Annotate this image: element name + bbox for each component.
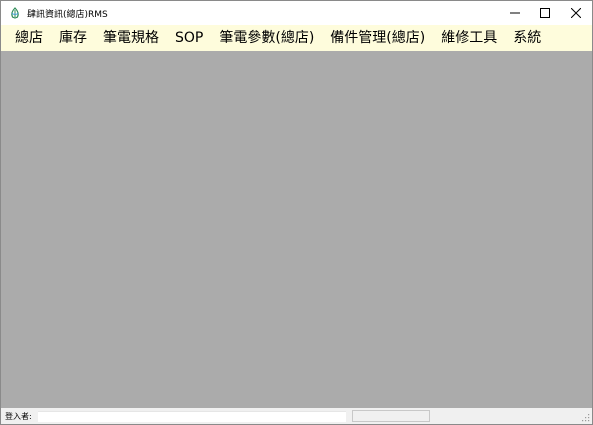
menu-item-sop[interactable]: SOP — [167, 26, 211, 50]
menu-item-parts-management[interactable]: 備件管理(總店) — [322, 26, 433, 50]
menu-item-inventory[interactable]: 庫存 — [51, 26, 95, 50]
mdi-client-area[interactable] — [1, 51, 592, 408]
resize-grip-icon[interactable] — [580, 412, 590, 422]
menu-item-repair-tools[interactable]: 維修工具 — [433, 26, 505, 50]
close-button[interactable] — [560, 1, 592, 25]
window-title: 肆訊資訊(總店)RMS — [27, 9, 108, 20]
app-window: 肆訊資訊(總店)RMS 總店 庫存 筆電規格 SOP 筆電參數(總店) 備件管理… — [0, 0, 593, 425]
status-bar: 登入者: — [1, 408, 592, 424]
app-logo-icon — [9, 7, 21, 19]
menu-item-head-office[interactable]: 總店 — [7, 26, 51, 50]
close-icon — [571, 8, 581, 18]
menu-bar: 總店 庫存 筆電規格 SOP 筆電參數(總店) 備件管理(總店) 維修工具 系統 — [1, 25, 592, 51]
maximize-button[interactable] — [530, 1, 560, 25]
title-bar[interactable]: 肆訊資訊(總店)RMS — [1, 1, 592, 25]
menu-item-laptop-params[interactable]: 筆電參數(總店) — [211, 26, 322, 50]
login-user-field — [38, 411, 346, 422]
login-label: 登入者: — [5, 411, 32, 421]
maximize-icon — [540, 8, 550, 18]
minimize-button[interactable] — [500, 1, 530, 25]
status-panel — [352, 410, 430, 422]
menu-item-system[interactable]: 系統 — [505, 26, 549, 50]
minimize-icon — [510, 12, 520, 14]
window-controls — [500, 1, 592, 25]
menu-item-laptop-specs[interactable]: 筆電規格 — [95, 26, 167, 50]
